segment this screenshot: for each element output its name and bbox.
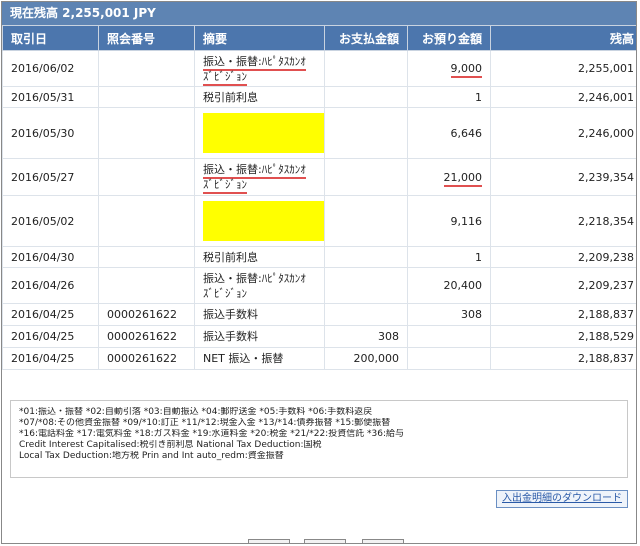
table-row: 2016/05/02 9,116 2,218,354: [2, 195, 636, 247]
col-header-date: 取引日: [2, 25, 99, 51]
row-date: 2016/04/30: [2, 246, 99, 268]
row-credit: 1: [407, 246, 491, 268]
row-balance: 2,218,354: [490, 195, 636, 247]
row-desc: NET 振込・振替: [194, 347, 325, 370]
row-desc: 振込・振替:ﾊﾋﾟﾀｽｶﾝｵｽﾞﾋﾞｼﾞｮﾝ: [194, 158, 325, 196]
col-header-debit: お支払金額: [324, 25, 408, 51]
table-row: 2016/04/30 税引前利息 1 2,209,238: [2, 246, 636, 268]
row-desc: 税引前利息: [194, 86, 325, 108]
row-desc: 税引前利息: [194, 246, 325, 268]
row-date: 2016/04/25: [2, 347, 99, 370]
transaction-table: 取引日 照会番号 摘要 お支払金額 お預り金額 残高 2016/06/02 振込…: [2, 25, 636, 370]
transaction-code-legend: *01:振込・振替 *02:自動引落 *03:自動振込 *04:郵貯送金 *05…: [10, 400, 628, 478]
row-balance: 2,209,238: [490, 246, 636, 268]
row-credit: 308: [407, 303, 491, 326]
table-row: 2016/05/27 振込・振替:ﾊﾋﾟﾀｽｶﾝｵｽﾞﾋﾞｼﾞｮﾝ 21,000…: [2, 158, 636, 196]
row-desc: 振込手数料: [194, 303, 325, 326]
table-header-row: 取引日 照会番号 摘要 お支払金額 お預り金額 残高: [2, 25, 636, 51]
row-date: 2016/05/27: [2, 158, 99, 196]
row-debit: [324, 107, 408, 159]
row-credit: 21,000: [407, 158, 491, 196]
col-header-credit: お預り金額: [407, 25, 491, 51]
row-credit: [407, 325, 491, 348]
row-credit: 9,000: [407, 50, 491, 87]
row-debit: 308: [324, 325, 408, 348]
table-row: 2016/05/30 6,646 2,246,000: [2, 107, 636, 159]
row-ref: [98, 50, 195, 87]
row-date: 2016/05/02: [2, 195, 99, 247]
row-debit: [324, 267, 408, 304]
row-balance: 2,188,837: [490, 347, 636, 370]
row-ref: [98, 267, 195, 304]
redaction-block: [203, 201, 324, 241]
row-date: 2016/04/25: [2, 303, 99, 326]
row-debit: 200,000: [324, 347, 408, 370]
row-debit: [324, 50, 408, 87]
pager-button-3[interactable]: [362, 539, 404, 543]
legend-line: Credit Interest Capitalised:税引き前利息 Natio…: [19, 440, 322, 450]
row-debit: [324, 246, 408, 268]
row-balance: 2,255,001: [490, 50, 636, 87]
annotated-credit: 21,000: [443, 170, 482, 187]
row-ref: 0000261622: [98, 325, 195, 348]
row-date: 2016/05/31: [2, 86, 99, 108]
table-row: 2016/04/25 0000261622 NET 振込・振替 200,000 …: [2, 347, 636, 370]
row-date: 2016/04/25: [2, 325, 99, 348]
row-ref: [98, 246, 195, 268]
legend-line: *01:振込・振替 *02:自動引落 *03:自動振込 *04:郵貯送金 *05…: [19, 407, 373, 417]
redaction-block: [203, 113, 324, 153]
row-date: 2016/04/26: [2, 267, 99, 304]
col-header-balance: 残高: [490, 25, 636, 51]
row-date: 2016/06/02: [2, 50, 99, 87]
row-desc: 振込・振替:ﾊﾋﾟﾀｽｶﾝｵｽﾞﾋﾞｼﾞｮﾝ: [194, 267, 325, 304]
row-debit: [324, 158, 408, 196]
annotated-desc: 振込・振替:ﾊﾋﾟﾀｽｶﾝｵｽﾞﾋﾞｼﾞｮﾝ: [203, 54, 306, 86]
table-row: 2016/06/02 振込・振替:ﾊﾋﾟﾀｽｶﾝｵｽﾞﾋﾞｼﾞｮﾝ 9,000 …: [2, 50, 636, 87]
statement-frame: 現在残高 2,255,001 JPY 取引日 照会番号 摘要 お支払金額 お預り…: [1, 1, 637, 544]
pager-button-1[interactable]: [248, 539, 290, 543]
row-ref: [98, 195, 195, 247]
download-statement-link[interactable]: 入出金明細のダウンロード: [496, 490, 628, 508]
row-debit: [324, 195, 408, 247]
table-row: 2016/04/26 振込・振替:ﾊﾋﾟﾀｽｶﾝｵｽﾞﾋﾞｼﾞｮﾝ 20,400…: [2, 267, 636, 304]
table-row: 2016/04/25 0000261622 振込手数料 308 2,188,83…: [2, 303, 636, 326]
table-row: 2016/04/25 0000261622 振込手数料 308 2,188,52…: [2, 325, 636, 348]
annotated-desc: 振込・振替:ﾊﾋﾟﾀｽｶﾝｵｽﾞﾋﾞｼﾞｮﾝ: [203, 163, 306, 194]
row-balance: 2,246,000: [490, 107, 636, 159]
table-row: 2016/05/31 税引前利息 1 2,246,001: [2, 86, 636, 108]
row-credit: 9,116: [407, 195, 491, 247]
row-credit: 6,646: [407, 107, 491, 159]
row-ref: [98, 158, 195, 196]
row-ref: 0000261622: [98, 347, 195, 370]
col-header-reference: 照会番号: [98, 25, 195, 51]
row-desc: 振込手数料: [194, 325, 325, 348]
row-desc: [194, 107, 325, 159]
row-balance: 2,239,354: [490, 158, 636, 196]
row-balance: 2,209,237: [490, 267, 636, 304]
annotated-credit: 9,000: [450, 62, 482, 78]
current-balance-bar: 現在残高 2,255,001 JPY: [2, 2, 636, 25]
row-balance: 2,188,837: [490, 303, 636, 326]
row-credit: 20,400: [407, 267, 491, 304]
row-debit: [324, 303, 408, 326]
row-credit: 1: [407, 86, 491, 108]
row-desc: [194, 195, 325, 247]
col-header-description: 摘要: [194, 25, 325, 51]
legend-line: *16:電話料金 *17:電気料金 *18:ガス料金 *19:水道料金 *20:…: [19, 429, 405, 439]
row-balance: 2,246,001: [490, 86, 636, 108]
row-ref: [98, 86, 195, 108]
row-ref: [98, 107, 195, 159]
legend-line: Local Tax Deduction:地方税 Prin and Int aut…: [19, 451, 284, 461]
row-debit: [324, 86, 408, 108]
row-credit: [407, 347, 491, 370]
row-date: 2016/05/30: [2, 107, 99, 159]
pager-button-2[interactable]: [304, 539, 346, 543]
row-desc: 振込・振替:ﾊﾋﾟﾀｽｶﾝｵｽﾞﾋﾞｼﾞｮﾝ: [194, 50, 325, 87]
row-ref: 0000261622: [98, 303, 195, 326]
row-balance: 2,188,529: [490, 325, 636, 348]
legend-line: *07/*08:その他資金振替 *09/*10:訂正 *11/*12:現金入金 …: [19, 418, 391, 428]
